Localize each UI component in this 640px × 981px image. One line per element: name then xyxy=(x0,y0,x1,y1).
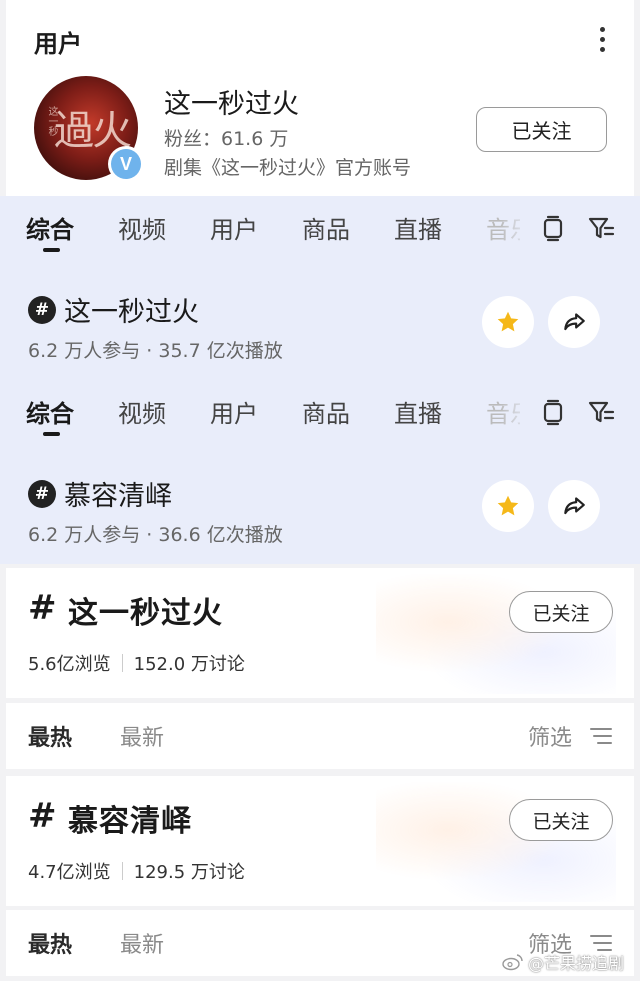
share-icon xyxy=(564,313,585,331)
active-tab-indicator xyxy=(43,248,60,252)
search-panel: 综合 视频 用户 商品 直播 音乐 # 慕容清峄 6.2 万人参与 · 36.6… xyxy=(0,380,640,564)
sort-bar: 最热 最新 筛选 xyxy=(6,703,634,769)
star-icon xyxy=(497,495,519,516)
filter-icon[interactable] xyxy=(587,398,615,426)
favorite-button[interactable] xyxy=(482,296,534,348)
tab-video[interactable]: 视频 xyxy=(118,210,166,245)
hashtag-icon: # xyxy=(28,588,57,628)
topic-title[interactable]: 慕容清峄 xyxy=(68,796,192,840)
more-dot xyxy=(599,26,605,32)
watermark-text: @芒果捞追剧 xyxy=(528,954,625,973)
sort-newest[interactable]: 最新 xyxy=(120,927,164,959)
tab-users[interactable]: 用户 xyxy=(210,210,258,245)
topic-row[interactable]: # 这一秒过火 6.2 万人参与 · 35.7 亿次播放 xyxy=(0,282,640,372)
active-tab-indicator xyxy=(43,432,60,436)
tab-live[interactable]: 直播 xyxy=(394,394,442,429)
discussion-count: 129.5 万讨论 xyxy=(133,862,245,883)
user-card: 用户 这一秒 過火 V 这一秒过火 粉丝：61.6 万 剧集《这一秒过火》官方账… xyxy=(6,0,634,196)
discussion-count: 152.0 万讨论 xyxy=(133,654,245,675)
verified-badge-icon: V xyxy=(108,146,144,182)
tab-fade-overlay xyxy=(500,202,532,246)
followed-button[interactable]: 已关注 xyxy=(509,799,613,841)
more-options-button[interactable] xyxy=(590,22,614,56)
sort-lines-icon[interactable] xyxy=(590,727,612,745)
search-tabs: 综合 视频 用户 商品 直播 音乐 xyxy=(0,196,640,256)
filter-button[interactable]: 筛选 xyxy=(528,720,572,752)
sort-hottest[interactable]: 最热 xyxy=(28,927,72,959)
search-panel: 综合 视频 用户 商品 直播 音乐 # 这一秒过火 6.2 万人参与 · 35.… xyxy=(0,196,640,380)
user-description: 剧集《这一秒过火》官方账号 xyxy=(164,157,412,179)
hashtag-icon: # xyxy=(28,796,57,836)
topic-stats: 6.2 万人参与 · 35.7 亿次播放 xyxy=(28,340,283,362)
favorite-button[interactable] xyxy=(482,480,534,532)
topic-name[interactable]: 这一秒过火 xyxy=(64,290,199,329)
fans-count: 粉丝：61.6 万 xyxy=(164,128,289,150)
topic-stats: 6.2 万人参与 · 36.6 亿次播放 xyxy=(28,524,283,546)
tablet-icon[interactable] xyxy=(539,398,567,426)
topic-stats: 4.7亿浏览 129.5 万讨论 xyxy=(28,858,245,884)
tablet-icon[interactable] xyxy=(539,214,567,242)
more-dot xyxy=(599,36,605,42)
hashtag-icon: # xyxy=(28,296,56,324)
share-icon xyxy=(564,497,585,515)
weibo-watermark: @芒果捞追剧 xyxy=(502,950,624,974)
topic-stats: 5.6亿浏览 152.0 万讨论 xyxy=(28,650,245,676)
tab-products[interactable]: 商品 xyxy=(302,394,350,429)
divider xyxy=(121,862,123,880)
tab-live[interactable]: 直播 xyxy=(394,210,442,245)
tab-products[interactable]: 商品 xyxy=(302,210,350,245)
share-button[interactable] xyxy=(548,480,600,532)
section-title-users: 用户 xyxy=(34,30,82,58)
tab-comprehensive[interactable]: 综合 xyxy=(26,210,74,245)
weibo-logo-icon xyxy=(502,954,523,971)
divider xyxy=(121,654,123,672)
topic-name[interactable]: 慕容清峄 xyxy=(64,474,172,513)
followed-button[interactable]: 已关注 xyxy=(476,107,607,152)
topic-card[interactable]: # 慕容清峄 4.7亿浏览 129.5 万讨论 已关注 xyxy=(6,776,634,906)
topic-title[interactable]: 这一秒过火 xyxy=(68,588,223,632)
topic-card[interactable]: # 这一秒过火 5.6亿浏览 152.0 万讨论 已关注 xyxy=(6,568,634,698)
tab-video[interactable]: 视频 xyxy=(118,394,166,429)
views-count: 5.6亿浏览 xyxy=(28,654,111,675)
tab-comprehensive[interactable]: 综合 xyxy=(26,394,74,429)
hashtag-icon: # xyxy=(28,480,56,508)
tab-users[interactable]: 用户 xyxy=(210,394,258,429)
user-name[interactable]: 这一秒过火 xyxy=(164,82,299,121)
tab-fade-overlay xyxy=(500,386,532,430)
views-count: 4.7亿浏览 xyxy=(28,862,111,883)
more-dot xyxy=(599,46,605,52)
topic-row[interactable]: # 慕容清峄 6.2 万人参与 · 36.6 亿次播放 xyxy=(0,466,640,556)
search-tabs: 综合 视频 用户 商品 直播 音乐 xyxy=(0,380,640,440)
sort-newest[interactable]: 最新 xyxy=(120,720,164,752)
share-button[interactable] xyxy=(548,296,600,348)
star-icon xyxy=(497,311,519,332)
filter-icon[interactable] xyxy=(587,214,615,242)
sort-hottest[interactable]: 最热 xyxy=(28,720,72,752)
followed-button[interactable]: 已关注 xyxy=(509,591,613,633)
